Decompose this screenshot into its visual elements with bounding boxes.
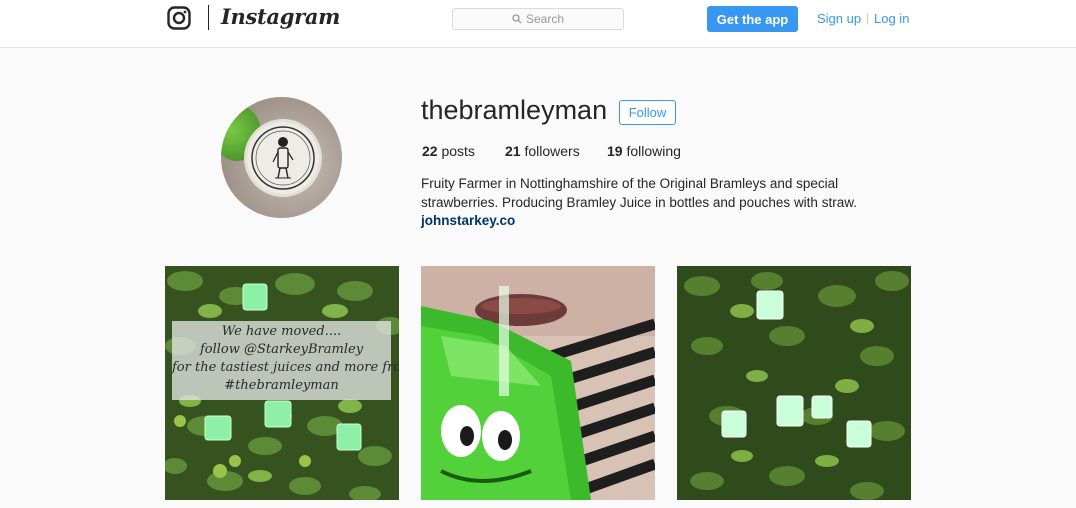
logo-divider: [208, 5, 209, 30]
instagram-wordmark-logo[interactable]: Instagram: [221, 4, 340, 29]
stat-posts: 22 posts: [422, 143, 475, 159]
overlay-line-4: #thebramleyman: [224, 378, 339, 393]
search-placeholder: Search: [525, 12, 565, 26]
top-navigation-bar: Instagram Search Get the app Sign up | L…: [0, 0, 1076, 48]
profile-bio: Fruity Farmer in Nottinghamshire of the …: [421, 174, 881, 212]
posts-count: 22: [422, 143, 438, 159]
posts-label: posts: [441, 143, 475, 159]
bramley-man-icon: [251, 126, 315, 190]
auth-separator: |: [866, 11, 870, 25]
stat-followers[interactable]: 21 followers: [505, 143, 580, 159]
avatar-sticker-logo: [247, 122, 319, 194]
following-count: 19: [607, 143, 623, 159]
instagram-camera-icon[interactable]: [167, 6, 191, 30]
stat-following[interactable]: 19 following: [607, 143, 681, 159]
follow-button[interactable]: Follow: [619, 100, 676, 125]
followers-count: 21: [505, 143, 521, 159]
get-the-app-button[interactable]: Get the app: [707, 6, 798, 32]
post-image-pouches-in-tree: [677, 266, 911, 500]
overlay-line-3: for the tastiest juices and more from: [172, 360, 399, 375]
post-overlay-text-box: We have moved.... follow @StarkeyBramley…: [172, 321, 399, 400]
log-in-link[interactable]: Log in: [874, 11, 909, 26]
sign-up-link[interactable]: Sign up: [817, 11, 861, 26]
search-icon: [512, 14, 522, 24]
post-image-juice-pouch: [421, 266, 655, 500]
followers-label: followers: [524, 143, 580, 159]
profile-avatar[interactable]: [221, 97, 342, 218]
bio-line-1: Fruity Farmer in Nottinghamshire of the …: [421, 176, 839, 191]
profile-username: thebramleyman: [421, 95, 608, 125]
post-thumbnail-1[interactable]: We have moved.... follow @StarkeyBramley…: [165, 266, 399, 500]
search-input[interactable]: Search: [452, 8, 624, 30]
overlay-line-1: We have moved....: [221, 324, 342, 339]
following-label: following: [626, 143, 681, 159]
bio-line-2: strawberries. Producing Bramley Juice in…: [421, 195, 857, 210]
post-thumbnail-2[interactable]: [421, 266, 655, 500]
profile-website-link[interactable]: johnstarkey.co: [421, 213, 515, 228]
post-thumbnail-3[interactable]: [677, 266, 911, 500]
overlay-line-2: follow @StarkeyBramley: [199, 342, 364, 357]
